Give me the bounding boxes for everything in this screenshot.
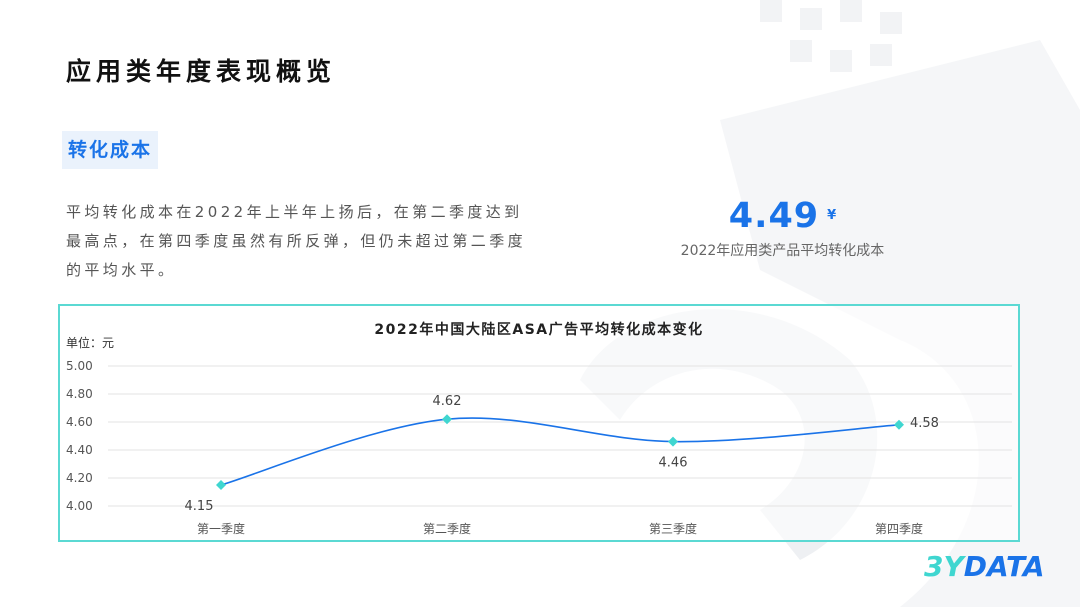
chart-title: 2022年中国大陆区ASA广告平均转化成本变化 (374, 321, 703, 338)
x-tick-label: 第二季度 (423, 521, 471, 536)
series-path (220, 417, 900, 486)
grid-lines (108, 365, 1012, 507)
kpi-value: 4.49 (728, 196, 820, 236)
chart-frame: 2022年中国大陆区ASA广告平均转化成本变化 单位：元 4.00 4.20 4.4… (58, 304, 1020, 542)
data-label: 4.58 (910, 416, 939, 431)
data-point (668, 436, 678, 447)
kpi-unit: ¥ (827, 208, 837, 223)
y-tick-label: 4.40 (66, 443, 93, 457)
y-tick-label: 4.80 (66, 387, 93, 401)
y-tick-label: 5.00 (66, 359, 93, 373)
description-text: 平均转化成本在2022年上半年上扬后，在第二季度达到最高点，在第四季度虽然有所反… (66, 203, 527, 279)
brand-logo: 3YDATA (924, 550, 1045, 583)
data-labels: 4.15 4.62 4.46 4.58 (185, 394, 939, 514)
section-tag: 转化成本 (62, 131, 158, 169)
data-label: 4.46 (659, 456, 688, 471)
data-point (216, 480, 226, 490)
data-label: 4.62 (433, 394, 462, 409)
data-point (442, 414, 452, 425)
logo-suffix: DATA (963, 550, 1045, 583)
chart-unit-label: 单位：元 (66, 335, 114, 350)
data-point (894, 419, 904, 430)
x-tick-label: 第三季度 (649, 521, 697, 536)
line-chart: 2022年中国大陆区ASA广告平均转化成本变化 单位：元 4.00 4.20 4.4… (66, 321, 1012, 536)
series-line (220, 417, 900, 486)
y-tick-label: 4.60 (66, 415, 93, 429)
x-tick-label: 第一季度 (197, 521, 245, 536)
kpi-label: 2022年应用类产品平均转化成本 (680, 243, 885, 259)
logo-prefix: 3Y (924, 550, 964, 583)
y-tick-label: 4.20 (66, 471, 93, 485)
y-tick-label: 4.00 (66, 499, 93, 513)
page-title: 应用类年度表现概览 (66, 57, 337, 86)
kpi-panel: 4.49 ¥ 2022年应用类产品平均转化成本 (655, 196, 910, 260)
x-tick-label: 第四季度 (875, 521, 923, 536)
data-label: 4.15 (185, 499, 214, 514)
data-markers (216, 414, 904, 490)
